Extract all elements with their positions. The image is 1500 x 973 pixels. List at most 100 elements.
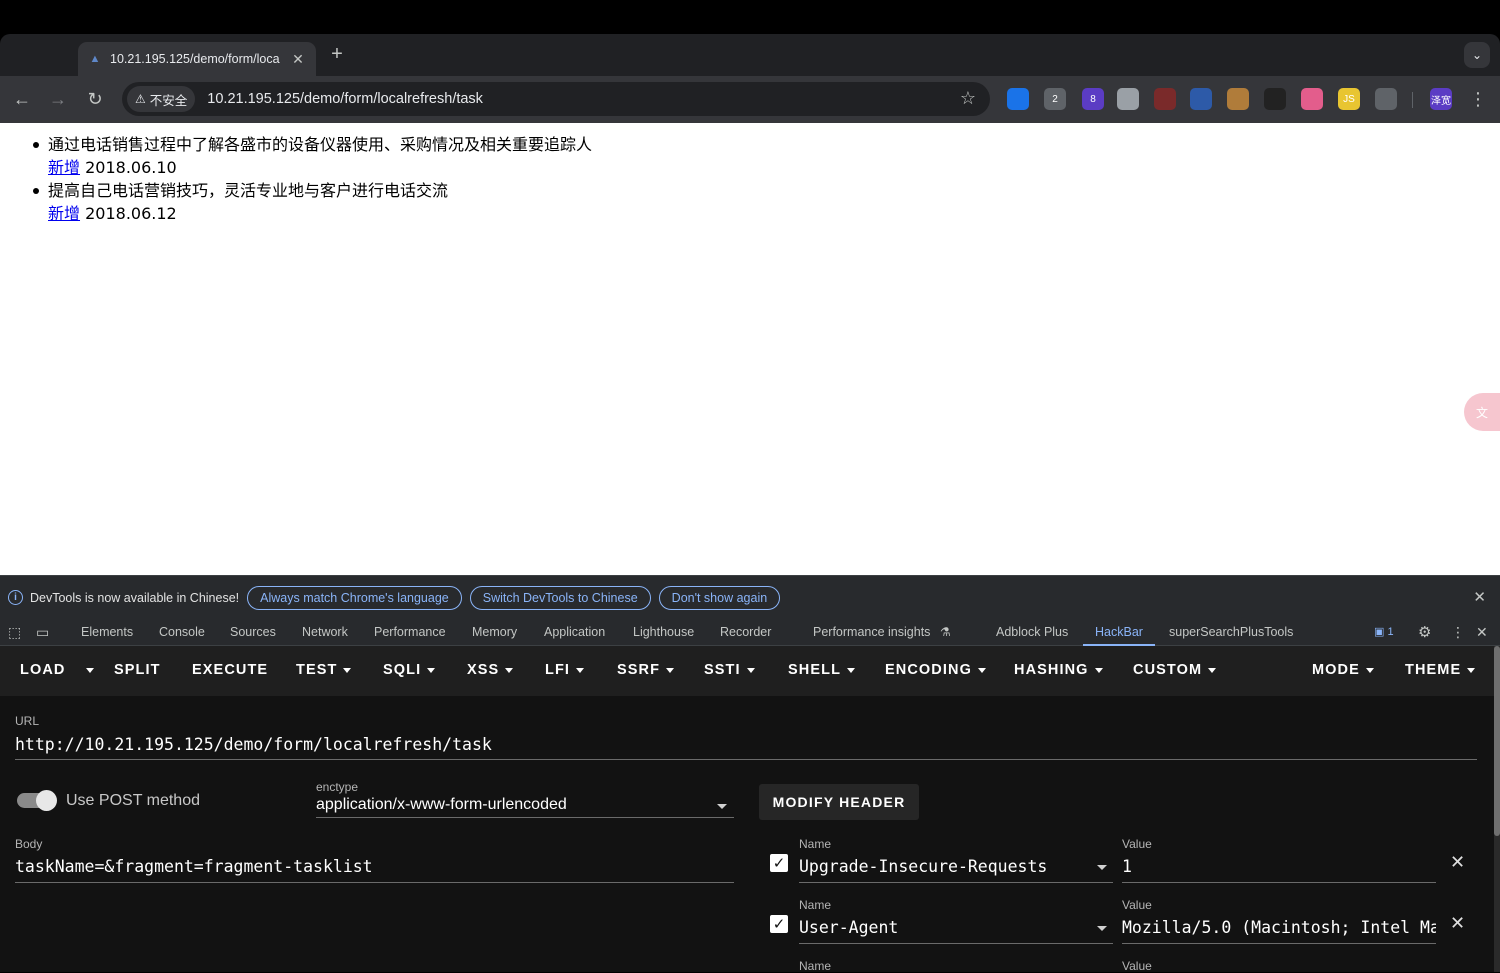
ext-cookie-icon[interactable] — [1227, 88, 1249, 110]
lfi-menu[interactable]: LFI — [545, 662, 585, 678]
ssti-menu[interactable]: SSTI — [704, 662, 755, 678]
hackbar-scrollbar[interactable] — [1494, 646, 1500, 972]
header-enabled-checkbox[interactable]: ✓ — [770, 915, 788, 933]
header-value-input[interactable]: Mozilla/5.0 (Macintosh; Intel Ma — [1122, 918, 1436, 937]
enctype-label: enctype — [316, 780, 359, 794]
tab-console[interactable]: Console — [159, 625, 205, 639]
tab-sources[interactable]: Sources — [230, 625, 276, 639]
ext-puzzle-icon[interactable] — [1375, 88, 1397, 110]
header-name-underline — [799, 943, 1113, 944]
task-list: 通过电话销售过程中了解各盛市的设备仪器使用、采购情况及相关重要追踪人 新增 20… — [32, 133, 592, 225]
address-url[interactable]: 10.21.195.125/demo/form/localrefresh/tas… — [207, 91, 483, 107]
remove-header-icon[interactable]: ✕ — [1450, 913, 1465, 934]
ext-js-icon[interactable]: JS — [1338, 88, 1360, 110]
device-toolbar-icon[interactable]: ▭ — [36, 624, 49, 641]
header-value-underline — [1122, 882, 1436, 883]
toolbar-divider — [1412, 92, 1413, 108]
tab-performance[interactable]: Performance — [374, 625, 446, 639]
load-button[interactable]: LOAD — [20, 662, 65, 678]
close-icon[interactable]: ✕ — [1473, 588, 1486, 606]
back-arrow-icon[interactable]: ← — [10, 88, 34, 112]
more-options-icon[interactable]: ⋮ — [1451, 624, 1465, 641]
split-button[interactable]: SPLIT — [114, 662, 161, 678]
header-value-input[interactable]: 1 — [1122, 857, 1436, 876]
translate-float-icon[interactable]: 文 — [1464, 393, 1500, 431]
ext-hat-icon[interactable] — [1264, 88, 1286, 110]
tab-performance-insights[interactable]: Performance insights — [813, 625, 930, 639]
enctype-select[interactable]: application/x-www-form-urlencoded — [316, 796, 706, 814]
ssrf-menu[interactable]: SSRF — [617, 662, 675, 678]
body-underline — [15, 882, 734, 883]
tab-hackbar[interactable]: HackBar — [1083, 625, 1155, 646]
header-value-underline — [1122, 943, 1436, 944]
post-method-toggle[interactable] — [17, 790, 57, 811]
tab-adblock-plus[interactable]: Adblock Plus — [996, 625, 1068, 639]
tab-application[interactable]: Application — [544, 625, 605, 639]
body-label: Body — [15, 837, 43, 851]
ext-cloud-icon[interactable] — [1117, 88, 1139, 110]
browser-toolbar: ← → ↻ ⚠ 不安全 10.21.195.125/demo/form/loca… — [0, 76, 1500, 123]
chrome-menu-icon[interactable]: ⋮ — [1466, 88, 1490, 112]
xss-menu[interactable]: XSS — [467, 662, 514, 678]
url-input[interactable]: http://10.21.195.125/demo/form/localrefr… — [15, 735, 1475, 754]
issues-icon[interactable]: ▣ 1 — [1374, 625, 1394, 638]
ext-red-icon[interactable] — [1154, 88, 1176, 110]
reload-icon[interactable]: ↻ — [83, 88, 107, 112]
load-dropdown-icon[interactable] — [80, 662, 94, 678]
ext-blue-figure-icon[interactable] — [1190, 88, 1212, 110]
add-link[interactable]: 新增 — [48, 204, 80, 223]
new-tab-button[interactable]: + — [326, 44, 348, 66]
execute-button[interactable]: EXECUTE — [192, 662, 268, 678]
ext-badge-8-icon[interactable]: 8 — [1082, 88, 1104, 110]
remove-header-icon[interactable]: ✕ — [1450, 852, 1465, 873]
forward-arrow-icon[interactable]: → — [46, 88, 70, 112]
ext-badge-2-icon[interactable]: 2 — [1044, 88, 1066, 110]
hashing-menu[interactable]: HASHING — [1014, 662, 1103, 678]
ext-circle-icon[interactable] — [1007, 88, 1029, 110]
header-name-dropdown-icon[interactable] — [1097, 865, 1107, 870]
always-match-language-button[interactable]: Always match Chrome's language — [247, 585, 462, 610]
shell-menu[interactable]: SHELL — [788, 662, 856, 678]
info-icon: i — [8, 590, 23, 605]
mode-menu[interactable]: MODE — [1312, 662, 1374, 678]
custom-menu[interactable]: CUSTOM — [1133, 662, 1217, 678]
dont-show-again-button[interactable]: Don't show again — [658, 585, 781, 610]
body-input[interactable]: taskName=&fragment=fragment-tasklist — [15, 857, 730, 876]
tab-supersearchplustools[interactable]: superSearchPlusTools — [1169, 625, 1293, 639]
encoding-menu[interactable]: ENCODING — [885, 662, 986, 678]
sqli-menu[interactable]: SQLI — [383, 662, 436, 678]
header-value-label: Value — [1122, 837, 1152, 851]
address-bar[interactable]: ⚠ 不安全 10.21.195.125/demo/form/localrefre… — [122, 82, 990, 116]
header-value-label: Value — [1122, 898, 1152, 912]
header-name-dropdown-icon[interactable] — [1097, 926, 1107, 931]
tab-elements[interactable]: Elements — [81, 625, 133, 639]
tab-lighthouse[interactable]: Lighthouse — [633, 625, 694, 639]
tab-search-chevron-icon[interactable]: ⌄ — [1464, 42, 1490, 68]
theme-menu[interactable]: THEME — [1405, 662, 1476, 678]
task-text: 提高自己电话营销技巧，灵活专业地与客户进行电话交流 — [48, 181, 449, 200]
modify-header-button[interactable]: MODIFY HEADER — [759, 784, 919, 820]
header-value-label: Value — [1122, 959, 1152, 973]
enctype-dropdown-icon[interactable] — [717, 804, 727, 809]
tab-recorder[interactable]: Recorder — [720, 625, 771, 639]
test-menu[interactable]: TEST — [296, 662, 352, 678]
tab-memory[interactable]: Memory — [472, 625, 517, 639]
bookmark-star-icon[interactable]: ☆ — [960, 88, 976, 109]
task-date: 2018.06.12 — [85, 204, 177, 223]
header-name-input[interactable]: User-Agent — [799, 918, 1089, 937]
hackbar-menu: LOAD SPLIT EXECUTE TEST SQLI XSS LFI SSR… — [0, 646, 1494, 696]
browser-tab[interactable]: ▲ 10.21.195.125/demo/form/loca ✕ — [78, 42, 316, 76]
switch-to-chinese-button[interactable]: Switch DevTools to Chinese — [469, 585, 651, 610]
security-label: 不安全 — [149, 93, 188, 108]
ext-profile-icon[interactable]: 泽宽 — [1430, 88, 1452, 110]
add-link[interactable]: 新增 — [48, 158, 80, 177]
header-enabled-checkbox[interactable]: ✓ — [770, 854, 788, 872]
tab-network[interactable]: Network — [302, 625, 348, 639]
close-devtools-icon[interactable]: ✕ — [1476, 624, 1488, 641]
settings-gear-icon[interactable]: ⚙ — [1418, 623, 1431, 641]
ext-translate-icon[interactable] — [1301, 88, 1323, 110]
security-chip[interactable]: ⚠ 不安全 — [127, 86, 196, 112]
tab-close-icon[interactable]: ✕ — [290, 51, 306, 68]
inspect-element-icon[interactable]: ⬚ — [8, 624, 21, 641]
header-name-input[interactable]: Upgrade-Insecure-Requests — [799, 857, 1089, 876]
